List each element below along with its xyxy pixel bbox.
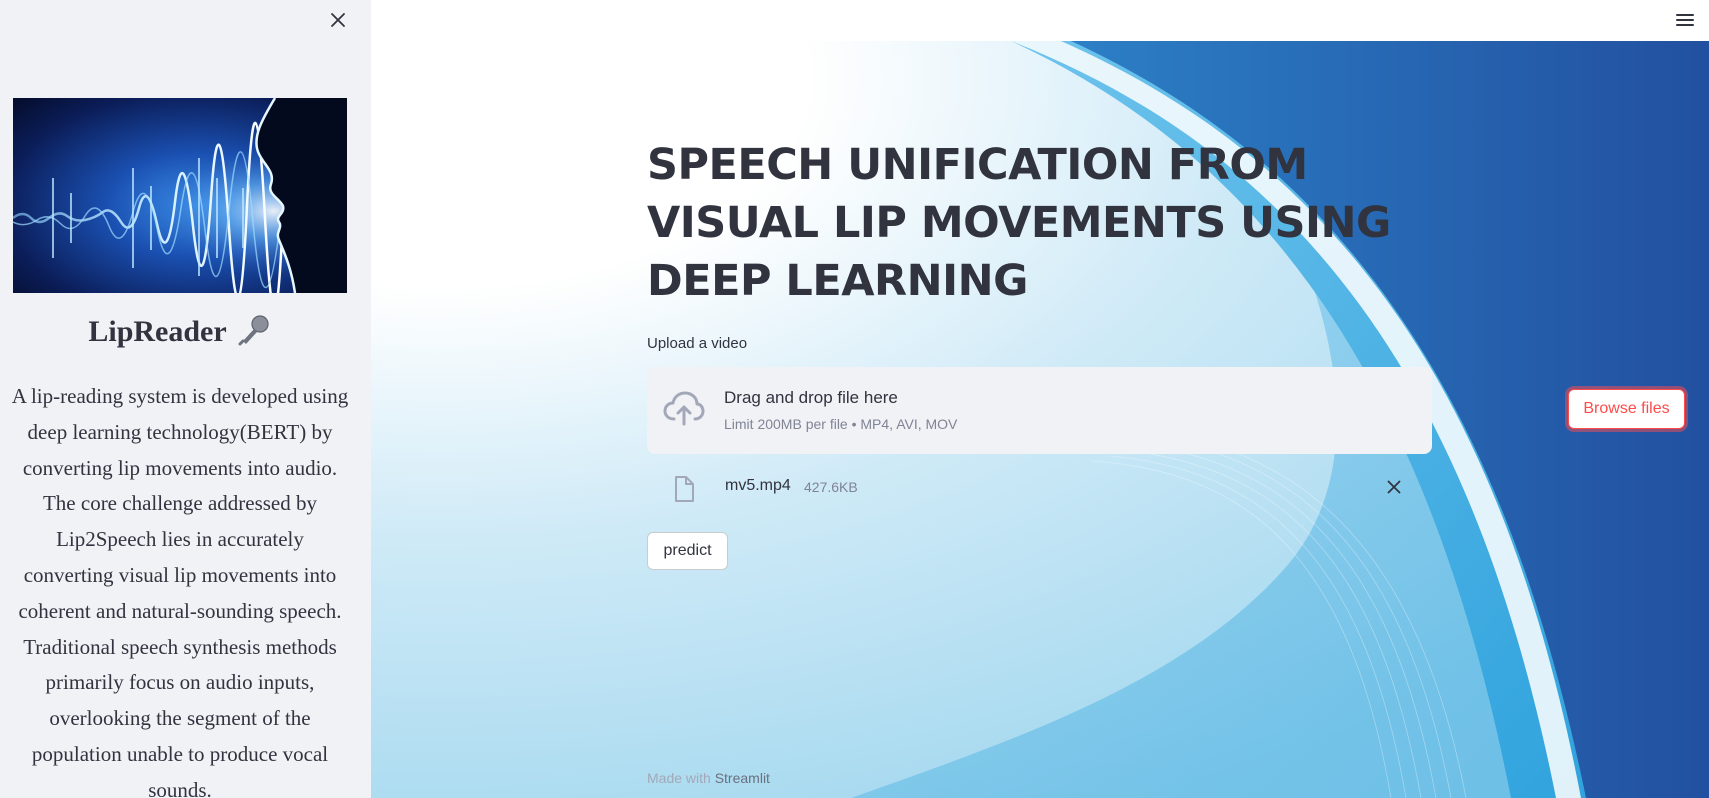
dropzone-instruction: Drag and drop file here — [724, 388, 898, 407]
close-icon — [331, 13, 345, 27]
main-area: SPEECH UNIFICATION FROM VISUAL LIP MOVEM… — [371, 0, 1709, 798]
hamburger-menu-icon — [1676, 14, 1694, 26]
uploaded-file-name: mv5.mp4 — [725, 477, 791, 494]
dropzone-limit: Limit 200MB per file • MP4, AVI, MOV — [724, 416, 958, 432]
footer-prefix: Made with — [647, 770, 711, 786]
predict-button[interactable]: predict — [647, 532, 728, 570]
sidebar-description: A lip-reading system is developed using … — [11, 384, 349, 798]
app-window: LipReader A lip-reading system is develo… — [0, 0, 1709, 798]
cloud-upload-icon — [663, 391, 705, 426]
browse-files-button[interactable]: Browse files — [1568, 389, 1685, 429]
sidebar-title-text: LipReader — [88, 314, 227, 348]
microphone-icon — [238, 314, 272, 354]
upload-label: Upload a video — [647, 335, 748, 352]
file-icon — [675, 476, 694, 502]
sidebar-title: LipReader — [0, 314, 360, 354]
top-header — [371, 0, 1709, 41]
file-dropzone[interactable]: Drag and drop file here Limit 200MB per … — [647, 367, 1685, 454]
uploaded-file-size: 427.6KB — [804, 479, 858, 495]
main-menu-button[interactable] — [1671, 6, 1699, 34]
streamlit-link[interactable]: Streamlit — [715, 770, 770, 786]
sidebar-close-button[interactable] — [324, 6, 352, 34]
close-icon — [1387, 480, 1401, 494]
uploaded-file-row: mv5.mp4 427.6KB — [647, 467, 1432, 507]
sidebar: LipReader A lip-reading system is develo… — [0, 0, 371, 798]
page-title: SPEECH UNIFICATION FROM VISUAL LIP MOVEM… — [647, 140, 1391, 306]
main-content: SPEECH UNIFICATION FROM VISUAL LIP MOVEM… — [371, 0, 1709, 798]
footer: Made with Streamlit — [647, 770, 770, 786]
voice-waveform-profile-image — [13, 98, 347, 293]
remove-file-button[interactable] — [1382, 475, 1406, 499]
